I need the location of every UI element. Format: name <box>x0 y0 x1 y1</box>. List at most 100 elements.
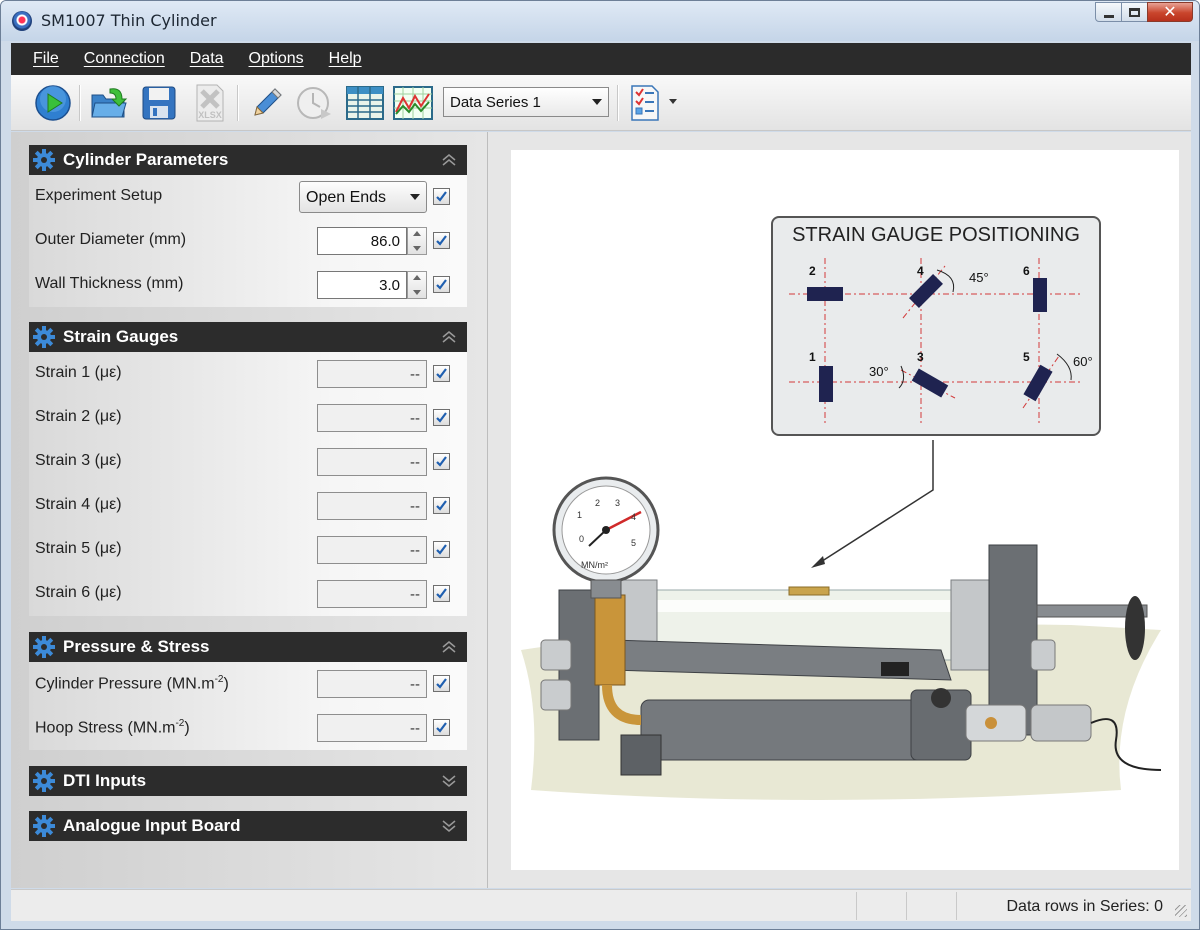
save-button[interactable] <box>139 83 179 123</box>
strain-row: Strain 6 (με) -- <box>29 572 467 616</box>
chevron-down-icon <box>592 99 602 105</box>
gear-icon <box>33 815 55 837</box>
wall-thickness-checkbox[interactable] <box>433 276 450 293</box>
toolbar: XLSX Data Series 1 <box>11 75 1191 131</box>
experiment-setup-row: Experiment Setup Open Ends <box>29 175 467 219</box>
open-button[interactable] <box>89 83 129 123</box>
checkmark-icon <box>436 412 447 423</box>
table-view-button[interactable] <box>345 83 385 123</box>
chevron-down-icon[interactable] <box>441 818 457 834</box>
experiment-setup-checkbox[interactable] <box>433 188 450 205</box>
apparatus-diagram: MN/m² 0 1 2 3 4 5 STRAIN GAUGE POSITIONI… <box>511 150 1179 870</box>
strain-value: -- <box>317 360 427 388</box>
strain-label: Strain 5 (με) <box>35 540 122 557</box>
menu-file[interactable]: File <box>33 50 59 68</box>
strain-value: -- <box>317 492 427 520</box>
app-icon <box>12 11 32 31</box>
angle-label: 45° <box>969 270 989 285</box>
menu-options[interactable]: Options <box>249 50 304 68</box>
menu-connection[interactable]: Connection <box>84 50 165 68</box>
table-icon <box>346 86 384 120</box>
minimize-icon <box>1103 14 1114 18</box>
strain-checkbox[interactable] <box>433 541 450 558</box>
chart-view-button[interactable] <box>393 83 433 123</box>
gauge-tick: 1 <box>577 510 583 520</box>
chevron-up-icon[interactable] <box>441 639 457 655</box>
maximize-icon <box>1129 7 1140 17</box>
timer-button[interactable] <box>295 83 335 123</box>
wall-thickness-label: Wall Thickness (mm) <box>35 275 184 292</box>
wall-thickness-stepper[interactable] <box>407 271 427 299</box>
strain-value: -- <box>317 404 427 432</box>
gauge-tick: 2 <box>595 498 601 508</box>
menu-help[interactable]: Help <box>329 50 362 68</box>
close-button[interactable]: ✕ <box>1147 2 1193 22</box>
chevron-up-icon[interactable] <box>441 329 457 345</box>
strain-value: -- <box>317 536 427 564</box>
strain-checkbox[interactable] <box>433 409 450 426</box>
strain-row: Strain 5 (με) -- <box>29 528 467 572</box>
play-icon <box>35 85 71 121</box>
checkmark-icon <box>436 191 447 202</box>
window-title: SM1007 Thin Cylinder <box>41 11 217 30</box>
checkmark-icon <box>436 544 447 555</box>
run-button[interactable] <box>33 83 73 123</box>
checklist-dropdown-arrow-icon[interactable] <box>669 99 677 104</box>
gauge-1 <box>819 366 833 402</box>
menu-data[interactable]: Data <box>190 50 224 68</box>
experiment-setup-select[interactable]: Open Ends <box>299 181 427 213</box>
checkmark-icon <box>436 368 447 379</box>
section-title: Analogue Input Board <box>63 816 241 835</box>
minimize-button[interactable] <box>1095 2 1122 22</box>
strain-checkbox[interactable] <box>433 585 450 602</box>
resize-grip[interactable] <box>1175 905 1187 917</box>
chevron-up-icon[interactable] <box>441 152 457 168</box>
gauge-label: 5 <box>1023 350 1030 364</box>
strain-row: Strain 4 (με) -- <box>29 484 467 528</box>
strain-checkbox[interactable] <box>433 497 450 514</box>
section-title: Pressure & Stress <box>63 637 210 656</box>
strain-row: Strain 1 (με) -- <box>29 352 467 396</box>
experiment-setup-label: Experiment Setup <box>35 187 163 204</box>
pressure-stress-body: Cylinder Pressure (MN.m-2) -- Hoop Stres… <box>29 662 467 750</box>
gauge-label: 1 <box>809 350 816 364</box>
hoop-stress-checkbox[interactable] <box>433 719 450 736</box>
section-header-strain[interactable]: Strain Gauges <box>29 322 467 352</box>
section-header-dti[interactable]: DTI Inputs <box>29 766 467 796</box>
strain-checkbox[interactable] <box>433 453 450 470</box>
edit-button[interactable] <box>247 83 287 123</box>
hoop-stress-row: Hoop Stress (MN.m-2) -- <box>29 706 467 750</box>
gauge-6 <box>1033 278 1047 312</box>
data-series-select[interactable]: Data Series 1 <box>443 87 609 117</box>
cylinder-parameters-body: Experiment Setup Open Ends Outer Diamete… <box>29 175 467 307</box>
export-xlsx-button[interactable]: XLSX <box>189 83 229 123</box>
gauge-label: 2 <box>809 264 816 278</box>
chevron-down-icon[interactable] <box>441 773 457 789</box>
checkmark-icon <box>436 588 447 599</box>
checkmark-icon <box>436 722 447 733</box>
outer-diameter-input[interactable]: 86.0 <box>317 227 407 255</box>
outer-diameter-label: Outer Diameter (mm) <box>35 231 187 248</box>
checklist-button[interactable] <box>625 83 665 123</box>
strain-gauge-positioning-panel: STRAIN GAUGE POSITIONING 2 1 3 4 5 6 45°… <box>771 216 1101 436</box>
section-header-cylinder[interactable]: Cylinder Parameters <box>29 145 467 175</box>
cylinder-pressure-checkbox[interactable] <box>433 675 450 692</box>
strain-label: Strain 1 (με) <box>35 364 122 381</box>
checkmark-icon <box>436 279 447 290</box>
wall-thickness-input[interactable]: 3.0 <box>317 271 407 299</box>
gauge-label: 6 <box>1023 264 1030 278</box>
section-header-pressure[interactable]: Pressure & Stress <box>29 632 467 662</box>
section-header-analogue[interactable]: Analogue Input Board <box>29 811 467 841</box>
brass-fitting <box>594 594 626 686</box>
strain-label: Strain 6 (με) <box>35 584 122 601</box>
title-bar[interactable]: SM1007 Thin Cylinder ✕ <box>1 1 1199 41</box>
strain-checkbox[interactable] <box>433 365 450 382</box>
maximize-button[interactable] <box>1121 2 1148 22</box>
outer-diameter-checkbox[interactable] <box>433 232 450 249</box>
wall-thickness-row: Wall Thickness (mm) 3.0 <box>29 263 467 307</box>
hoop-stress-label: Hoop Stress (MN.m-2) <box>35 718 190 737</box>
open-folder-icon <box>91 88 128 118</box>
outer-diameter-stepper[interactable] <box>407 227 427 255</box>
menu-bar: File Connection Data Options Help <box>11 43 1191 75</box>
section-title: Cylinder Parameters <box>63 150 229 169</box>
